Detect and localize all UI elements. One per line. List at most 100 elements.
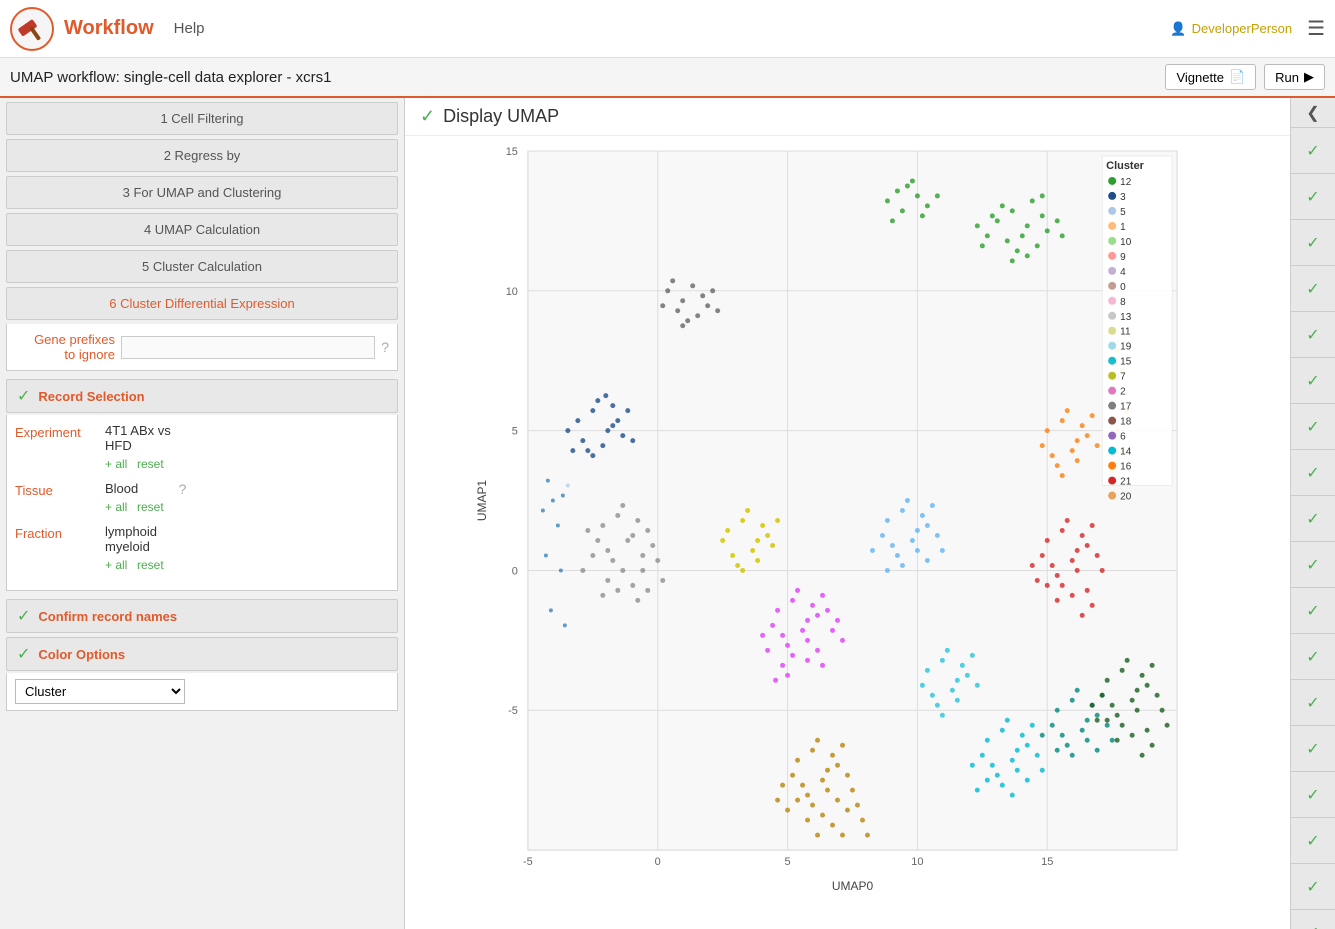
experiment-value2: HFD bbox=[105, 438, 389, 453]
run-button[interactable]: Run ▶ bbox=[1264, 64, 1325, 90]
fraction-value2: myeloid bbox=[105, 539, 389, 554]
vignette-label: Vignette bbox=[1176, 70, 1223, 85]
svg-text:16: 16 bbox=[1120, 462, 1132, 473]
svg-text:4: 4 bbox=[1120, 267, 1126, 278]
record-selection-title: Record Selection bbox=[38, 389, 144, 404]
svg-text:13: 13 bbox=[1120, 312, 1132, 323]
svg-text:5: 5 bbox=[785, 856, 791, 868]
gene-prefixes-input[interactable] bbox=[121, 336, 375, 359]
tissue-help-icon[interactable]: ? bbox=[179, 481, 187, 497]
rp-check-15[interactable]: ✓ bbox=[1291, 772, 1335, 818]
run-icon: ▶ bbox=[1304, 69, 1314, 85]
umap-plot[interactable]: 15 10 5 0 -5 -5 0 5 10 15 UMAP1 UMAP0 bbox=[415, 141, 1280, 920]
rp-check-14[interactable]: ✓ bbox=[1291, 726, 1335, 772]
fraction-reset-link[interactable]: reset bbox=[137, 558, 164, 572]
tissue-all-link[interactable]: + all bbox=[105, 500, 127, 514]
left-panel: 1 Cell Filtering 2 Regress by 3 For UMAP… bbox=[0, 98, 405, 929]
svg-text:Cluster: Cluster bbox=[1106, 160, 1145, 172]
svg-text:5: 5 bbox=[1120, 207, 1126, 218]
svg-text:15: 15 bbox=[506, 146, 518, 158]
svg-text:-5: -5 bbox=[508, 705, 518, 717]
svg-text:20: 20 bbox=[1120, 492, 1132, 503]
svg-text:15: 15 bbox=[1041, 856, 1053, 868]
svg-text:0: 0 bbox=[512, 565, 518, 577]
record-selection-header[interactable]: ✓ Record Selection bbox=[6, 379, 398, 413]
confirm-check-icon: ✓ bbox=[17, 606, 30, 626]
svg-text:19: 19 bbox=[1120, 342, 1132, 353]
svg-text:2: 2 bbox=[1120, 387, 1126, 398]
username: DeveloperPerson bbox=[1192, 21, 1292, 36]
rp-check-4[interactable]: ✓ bbox=[1291, 266, 1335, 312]
step4[interactable]: 4 UMAP Calculation bbox=[6, 213, 398, 246]
rp-check-17[interactable]: ✓ bbox=[1291, 864, 1335, 910]
svg-text:0: 0 bbox=[655, 856, 661, 868]
color-options-check-icon: ✓ bbox=[17, 644, 30, 664]
rp-check-5[interactable]: ✓ bbox=[1291, 312, 1335, 358]
fraction-all-link[interactable]: + all bbox=[105, 558, 127, 572]
step1[interactable]: 1 Cell Filtering bbox=[6, 102, 398, 135]
svg-text:15: 15 bbox=[1120, 357, 1132, 368]
rp-check-11[interactable]: ✓ bbox=[1291, 588, 1335, 634]
svg-text:6: 6 bbox=[1120, 432, 1126, 443]
svg-text:11: 11 bbox=[1120, 327, 1131, 338]
color-options-title: Color Options bbox=[38, 647, 125, 662]
rp-check-18[interactable]: ✓ bbox=[1291, 910, 1335, 929]
tissue-label: Tissue bbox=[15, 481, 105, 498]
rp-check-9[interactable]: ✓ bbox=[1291, 496, 1335, 542]
step6[interactable]: 6 Cluster Differential Expression bbox=[6, 287, 398, 320]
fraction-value1: lymphoid bbox=[105, 524, 389, 539]
svg-text:1: 1 bbox=[1120, 222, 1126, 233]
svg-text:21: 21 bbox=[1120, 477, 1132, 488]
experiment-reset-link[interactable]: reset bbox=[137, 457, 164, 471]
color-options-dropdown[interactable]: Cluster Cell Type Experiment Tissue bbox=[15, 679, 185, 704]
svg-text:10: 10 bbox=[1120, 237, 1132, 248]
gene-prefixes-area: Gene prefixes to ignore ? bbox=[6, 324, 398, 371]
gene-prefixes-label: Gene prefixes to ignore bbox=[15, 332, 115, 362]
rp-check-2[interactable]: ✓ bbox=[1291, 174, 1335, 220]
svg-text:10: 10 bbox=[506, 286, 518, 298]
rp-check-6[interactable]: ✓ bbox=[1291, 358, 1335, 404]
svg-text:18: 18 bbox=[1120, 417, 1132, 428]
hamburger-menu-icon[interactable]: ☰ bbox=[1307, 16, 1325, 41]
rp-check-10[interactable]: ✓ bbox=[1291, 542, 1335, 588]
experiment-all-link[interactable]: + all bbox=[105, 457, 127, 471]
app-title: Workflow bbox=[64, 17, 154, 40]
rp-check-1[interactable]: ✓ bbox=[1291, 128, 1335, 174]
svg-text:0: 0 bbox=[1120, 282, 1126, 293]
user-info: 👤 DeveloperPerson bbox=[1170, 21, 1292, 37]
vignette-button[interactable]: Vignette 📄 bbox=[1165, 64, 1256, 90]
center-panel: ✓ Display UMAP bbox=[405, 98, 1290, 929]
svg-text:-5: -5 bbox=[523, 856, 533, 868]
rp-check-8[interactable]: ✓ bbox=[1291, 450, 1335, 496]
svg-text:5: 5 bbox=[512, 426, 518, 438]
svg-text:12: 12 bbox=[1120, 177, 1132, 188]
nav-help-link[interactable]: Help bbox=[174, 20, 205, 37]
step5[interactable]: 5 Cluster Calculation bbox=[6, 250, 398, 283]
rp-check-12[interactable]: ✓ bbox=[1291, 634, 1335, 680]
app-logo-icon bbox=[10, 7, 54, 51]
tissue-reset-link[interactable]: reset bbox=[137, 500, 164, 514]
vignette-icon: 📄 bbox=[1229, 69, 1245, 85]
svg-text:3: 3 bbox=[1120, 192, 1126, 203]
umap-title: Display UMAP bbox=[443, 106, 559, 127]
step2[interactable]: 2 Regress by bbox=[6, 139, 398, 172]
svg-text:8: 8 bbox=[1120, 297, 1126, 308]
gene-prefixes-help-icon[interactable]: ? bbox=[381, 339, 389, 355]
color-options-header[interactable]: ✓ Color Options bbox=[6, 637, 398, 671]
rp-check-3[interactable]: ✓ bbox=[1291, 220, 1335, 266]
rp-check-7[interactable]: ✓ bbox=[1291, 404, 1335, 450]
workflow-title: UMAP workflow: single-cell data explorer… bbox=[10, 69, 1165, 86]
record-selection-check-icon: ✓ bbox=[17, 386, 30, 406]
right-panel-collapse-arrow[interactable]: ❮ bbox=[1291, 98, 1335, 128]
rp-check-13[interactable]: ✓ bbox=[1291, 680, 1335, 726]
svg-text:UMAP0: UMAP0 bbox=[832, 879, 874, 893]
record-selection-body: Experiment 4T1 ABx vs HFD + all reset Ti… bbox=[6, 415, 398, 591]
svg-text:7: 7 bbox=[1120, 372, 1126, 383]
experiment-value1: 4T1 ABx vs bbox=[105, 423, 389, 438]
user-icon: 👤 bbox=[1170, 21, 1186, 37]
umap-check-icon: ✓ bbox=[420, 106, 435, 127]
step3[interactable]: 3 For UMAP and Clustering bbox=[6, 176, 398, 209]
svg-text:10: 10 bbox=[911, 856, 923, 868]
rp-check-16[interactable]: ✓ bbox=[1291, 818, 1335, 864]
confirm-record-names-header[interactable]: ✓ Confirm record names bbox=[6, 599, 398, 633]
